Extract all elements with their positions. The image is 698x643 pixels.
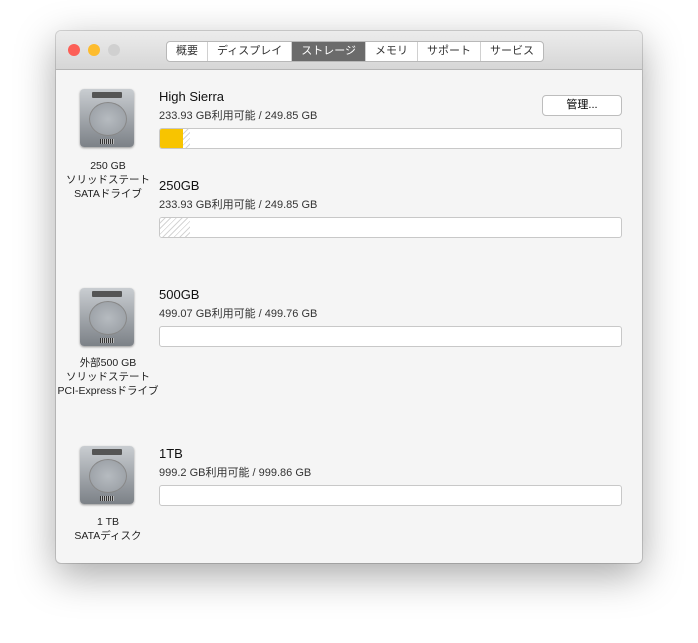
disk-label: 外部500 GB ソリッドステート PCI-Expressドライブ <box>56 356 160 398</box>
used-space-fill <box>160 129 184 148</box>
volume-info: 233.93 GB利用可能 / 249.85 GB <box>159 110 318 122</box>
tab-service[interactable]: サービス <box>481 42 543 61</box>
close-button[interactable] <box>68 44 80 56</box>
volume-name: High Sierra <box>159 89 225 104</box>
storage-bar <box>159 217 622 238</box>
hard-drive-icon <box>80 288 134 346</box>
manage-button[interactable]: 管理... <box>542 95 622 116</box>
disk-interface: SATAドライブ <box>74 188 142 200</box>
hard-drive-icon <box>80 446 134 504</box>
storage-bar <box>159 485 622 506</box>
disk-type: ソリッドステート <box>66 371 150 383</box>
system-info-window: 概要 ディスプレイ ストレージ メモリ サポート サービス 250 GB ソリッ… <box>56 31 642 563</box>
tab-overview[interactable]: 概要 <box>167 42 208 61</box>
zoom-button[interactable] <box>108 44 120 56</box>
volume-name: 250GB <box>159 178 200 193</box>
tab-storage[interactable]: ストレージ <box>292 42 367 61</box>
volume-name: 1TB <box>159 446 183 461</box>
tab-memory[interactable]: メモリ <box>366 42 419 61</box>
volume-info: 499.07 GB利用可能 / 499.76 GB <box>159 308 318 320</box>
disk-label: 250 GB ソリッドステート SATAドライブ <box>56 159 160 201</box>
tab-support[interactable]: サポート <box>418 42 482 61</box>
volume-name: 500GB <box>159 287 200 302</box>
disk-label: 1 TB SATAディスク <box>56 515 160 543</box>
disk-type: SATAディスク <box>74 530 142 542</box>
tab-bar: 概要 ディスプレイ ストレージ メモリ サポート サービス <box>166 41 545 62</box>
tab-displays[interactable]: ディスプレイ <box>208 42 293 61</box>
disk-interface: PCI-Expressドライブ <box>57 385 159 397</box>
title-bar: 概要 ディスプレイ ストレージ メモリ サポート サービス <box>56 31 642 70</box>
other-space-fill <box>183 129 190 148</box>
storage-bar <box>159 326 622 347</box>
volume-info: 233.93 GB利用可能 / 249.85 GB <box>159 199 318 211</box>
disk-type: ソリッドステート <box>66 174 150 186</box>
disk-capacity: 1 TB <box>97 516 119 528</box>
storage-bar <box>159 128 622 149</box>
minimize-button[interactable] <box>88 44 100 56</box>
hard-drive-icon <box>80 89 134 147</box>
disk-capacity: 外部500 GB <box>79 357 137 369</box>
other-space-fill <box>160 218 190 237</box>
volume-info: 999.2 GB利用可能 / 999.86 GB <box>159 467 312 479</box>
disk-capacity: 250 GB <box>90 160 126 172</box>
